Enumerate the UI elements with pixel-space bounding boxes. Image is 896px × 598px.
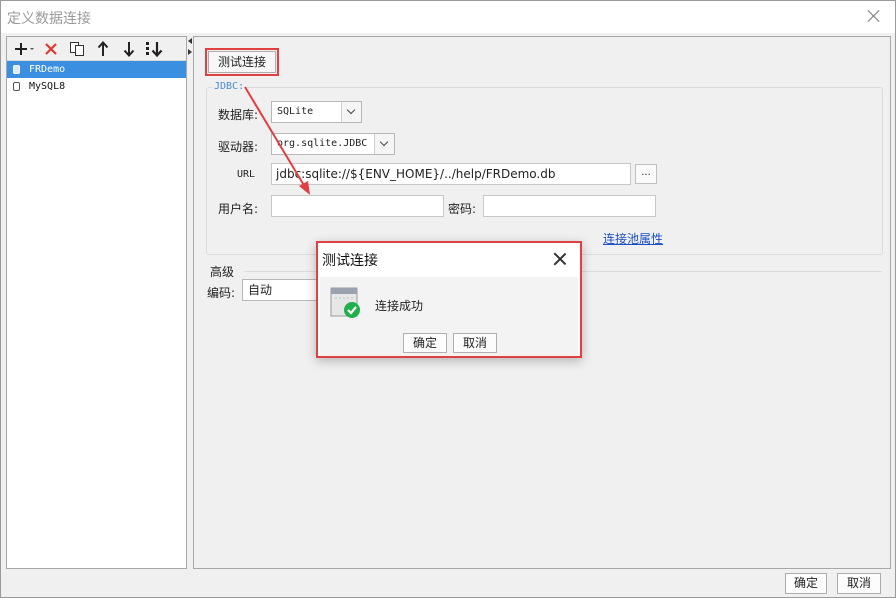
url-input[interactable]: jdbc:sqlite://${ENV_HOME}/../help/FRDemo… <box>271 163 631 185</box>
collapse-left-icon[interactable] <box>188 38 192 44</box>
password-label: 密码: <box>448 202 477 216</box>
advanced-section-title: 高级 <box>210 265 235 279</box>
connection-label: FRDemo <box>29 64 66 75</box>
dialog-body: 连接成功 确定 取消 <box>320 277 578 356</box>
close-icon[interactable] <box>865 7 883 25</box>
cancel-button[interactable]: 取消 <box>837 573 881 594</box>
window-title: 定义数据连接 <box>7 11 91 27</box>
url-browse-button[interactable]: ... <box>635 164 657 184</box>
username-label: 用户名: <box>218 202 259 216</box>
password-input[interactable] <box>483 195 656 217</box>
encoding-label: 编码: <box>207 286 236 300</box>
database-label: 数据库: <box>218 108 259 122</box>
driver-label: 驱动器: <box>218 140 259 154</box>
move-up-icon[interactable] <box>91 39 115 59</box>
test-connection-dialog: 测试连接 连接成功 确定 取消 <box>316 241 582 358</box>
data-connection-window: 定义数据连接 FRDemo MySQL8 测试连接 JDBC: 数据库: SQL… <box>0 0 896 598</box>
move-down-icon[interactable] <box>117 39 141 59</box>
connection-pool-link[interactable]: 连接池属性 <box>603 230 663 247</box>
dialog-cancel-button[interactable]: 取消 <box>453 333 497 353</box>
ok-button[interactable]: 确定 <box>785 573 827 594</box>
add-dropdown-icon[interactable] <box>13 39 37 59</box>
url-label: URL <box>237 169 256 180</box>
close-icon[interactable] <box>552 251 568 267</box>
delete-icon[interactable] <box>39 39 63 59</box>
success-icon <box>330 287 362 322</box>
copy-icon[interactable] <box>65 39 89 59</box>
dialog-title: 测试连接 <box>322 253 378 269</box>
connection-item-frdemo[interactable]: FRDemo <box>7 61 186 78</box>
dialog-message: 连接成功 <box>375 299 424 313</box>
chevron-down-icon <box>374 134 394 154</box>
dialog-ok-button[interactable]: 确定 <box>403 333 447 353</box>
chevron-down-icon <box>341 102 361 122</box>
jdbc-legend: JDBC: <box>212 81 247 92</box>
connection-toolbar <box>7 37 186 61</box>
database-icon <box>13 65 20 74</box>
title-bar: 定义数据连接 <box>1 1 895 33</box>
test-connection-button[interactable]: 测试连接 <box>208 51 276 73</box>
username-input[interactable] <box>271 195 444 217</box>
encoding-value: 自动 <box>248 283 273 297</box>
connection-label: MySQL8 <box>29 81 66 92</box>
database-select[interactable]: SQLite <box>271 101 362 123</box>
jdbc-group: JDBC: 数据库: SQLite 驱动器: org.sqlite.JDBC U… <box>206 81 883 255</box>
database-value: SQLite <box>277 106 314 117</box>
connection-list-panel: FRDemo MySQL8 <box>6 36 187 569</box>
driver-select[interactable]: org.sqlite.JDBC <box>271 133 395 155</box>
driver-value: org.sqlite.JDBC <box>277 138 368 149</box>
database-icon <box>13 82 20 91</box>
expand-right-icon[interactable] <box>188 49 192 55</box>
sort-icon[interactable] <box>143 39 167 59</box>
connection-item-mysql8[interactable]: MySQL8 <box>7 78 186 95</box>
